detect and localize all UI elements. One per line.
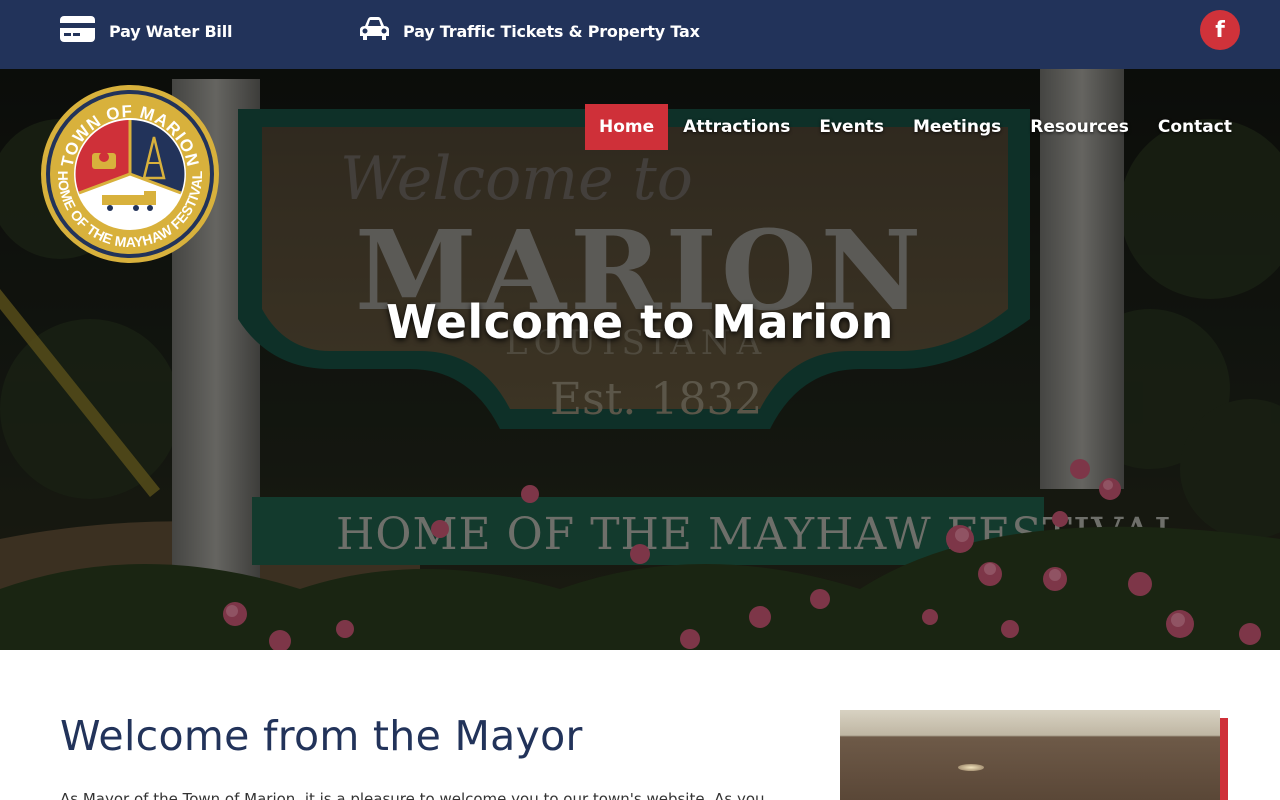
nav-item-events[interactable]: Events [805,104,898,150]
town-seal-icon: TOWN OF MARION HOME OF THE MAYHAW FESTIV… [41,85,219,263]
hero-title: Welcome to Marion [386,295,894,349]
pay-water-bill-link[interactable]: Pay Water Bill [60,0,232,62]
credit-card-icon [60,16,95,46]
pay-traffic-tax-label: Pay Traffic Tickets & Property Tax [403,21,700,41]
facebook-button[interactable]: f [1200,10,1240,50]
mayor-photo [840,710,1220,800]
top-utility-bar: Pay Water Bill Pay Traffic Tickets & Pro… [0,0,1280,69]
nav-item-attractions[interactable]: Attractions [669,104,804,150]
car-icon [360,17,389,45]
facebook-icon: f [1215,17,1225,43]
nav-item-meetings[interactable]: Meetings [899,104,1015,150]
nav-item-resources[interactable]: Resources [1016,104,1143,150]
mayor-section-heading: Welcome from the Mayor [60,712,583,760]
pay-traffic-tax-link[interactable]: Pay Traffic Tickets & Property Tax [360,0,700,62]
nav-item-home[interactable]: Home [585,104,669,150]
ceiling-light [958,764,984,771]
town-logo[interactable]: TOWN OF MARION HOME OF THE MAYHAW FESTIV… [40,83,220,265]
nav-item-contact[interactable]: Contact [1144,104,1246,150]
photo-accent-bar [1220,718,1228,800]
main-navigation: Home Attractions Events Meetings Resourc… [585,104,1247,150]
pay-water-bill-label: Pay Water Bill [109,21,233,41]
mayor-intro-text: As Mayor of the Town of Marion, it is a … [60,790,765,800]
